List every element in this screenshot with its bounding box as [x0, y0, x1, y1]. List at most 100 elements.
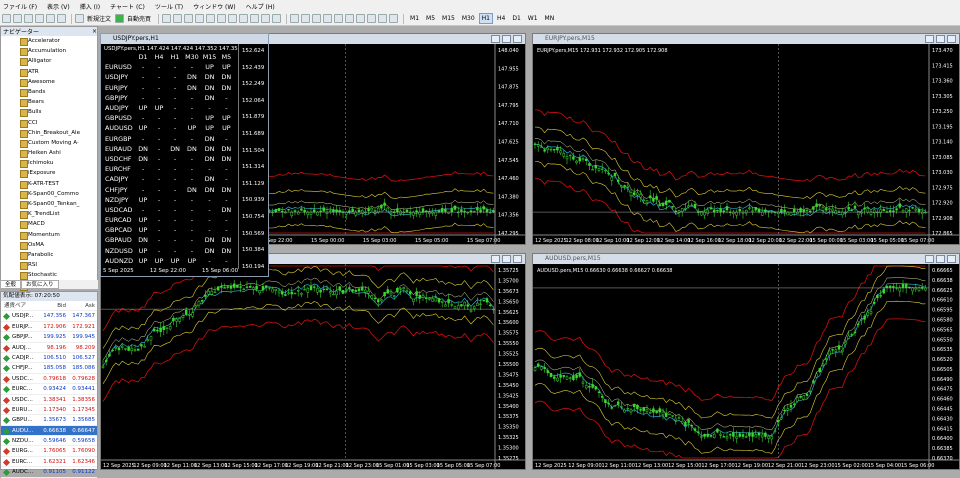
col-symbol[interactable]: 通貨ペア [1, 301, 39, 310]
navigator-item[interactable]: Chin_Breakout_Ale [1, 128, 97, 138]
market-watch-row[interactable]: AUDJ... 98.196 98.209 [1, 343, 97, 353]
chart-window-audusd[interactable]: AUDUSD.pers,M15 0.66665 0.66638 0.66625 0.66… [532, 253, 960, 470]
cursor-icon[interactable] [290, 14, 300, 23]
chart-canvas[interactable]: 0.66665 0.66638 0.66625 0.66610 0.66595 0.665… [533, 264, 959, 469]
navigator-item[interactable]: K-Span00_Commo [1, 189, 97, 199]
maximize-icon[interactable] [502, 255, 511, 263]
market-watch-row[interactable]: EURG... 1.76065 1.76090 [1, 446, 97, 457]
tester-icon[interactable] [57, 14, 66, 23]
market-watch-row[interactable]: USDC... 0.79618 0.79628 [1, 374, 97, 385]
close-icon[interactable] [947, 35, 956, 43]
chart-window-eurjpy[interactable]: EURJPY.pers,M15 173.470 173.415 173.360 173.… [532, 33, 960, 245]
market-watch-row[interactable]: EURJP... 172.906 172.921 [1, 322, 97, 333]
market-watch-row[interactable]: AUDU... 0.66638 0.66647 [1, 425, 97, 437]
navigator-item[interactable]: OsMA [1, 240, 97, 250]
navigator-item[interactable]: Bands [1, 87, 97, 98]
navigator-item[interactable]: Accumulation [1, 46, 97, 57]
navigator-item[interactable]: Bears [1, 97, 97, 108]
chart-window-gbpusd[interactable]: GBPUSD.pers,M151.357251.357001.356731.35… [100, 253, 526, 470]
line-chart-icon[interactable] [184, 14, 194, 23]
market-watch-icon[interactable] [24, 14, 33, 23]
market-watch-row[interactable]: EURC... 1.62321 1.62346 [1, 457, 97, 468]
menu-item-4[interactable]: ツール (T) [155, 2, 183, 11]
navigator-item[interactable]: Bulls [1, 107, 97, 118]
navigator-tab[interactable]: お気に入り [21, 280, 59, 289]
minimize-icon[interactable] [925, 35, 934, 43]
navigator-item[interactable]: K_TrendList [1, 209, 97, 220]
close-icon[interactable] [513, 35, 522, 43]
chart-canvas[interactable]: 1.35725 1.35700 1.35673 1.35650 1.35625 1.356… [101, 264, 525, 469]
market-watch-row[interactable]: GBPU... 1.35673 1.35685 [1, 415, 97, 426]
navigator-item[interactable]: Parabolic [1, 250, 97, 261]
maximize-icon[interactable] [936, 35, 945, 43]
menu-item-1[interactable]: 表示 (V) [47, 2, 70, 11]
close-icon[interactable] [947, 255, 956, 263]
market-watch-row[interactable]: EURU... 1.17340 1.17345 [1, 405, 97, 416]
horizontal-line-icon[interactable] [323, 14, 333, 23]
market-watch-row[interactable]: EURC... 0.93424 0.93441 [1, 384, 97, 395]
timeframe-d1[interactable]: D1 [509, 13, 523, 24]
navigator-item[interactable]: Ichimoku [1, 158, 97, 169]
timeframe-w1[interactable]: W1 [525, 13, 541, 24]
navigator-item[interactable]: MACD [1, 219, 97, 230]
timeframe-mn[interactable]: MN [542, 13, 558, 24]
channel-icon[interactable] [345, 14, 355, 23]
navigator-item[interactable]: ATR [1, 67, 97, 77]
periods-icon[interactable] [261, 14, 271, 23]
trend-window-titlebar[interactable]: USDJPY.pers,H1 [101, 34, 268, 44]
menu-item-0[interactable]: ファイル (F) [3, 2, 37, 11]
col-ask[interactable]: Ask [68, 301, 97, 310]
trendline-icon[interactable] [334, 14, 344, 23]
close-icon[interactable] [513, 255, 522, 263]
menu-item-3[interactable]: チャート (C) [110, 2, 145, 11]
market-watch-row[interactable]: CHFJP... 185.058 185.086 [1, 363, 97, 374]
navigator-item[interactable]: Momentum [1, 230, 97, 240]
trend-list-window[interactable]: USDJPY.pers,H1 USDJPY.pers,H1 147.424 14… [100, 33, 269, 277]
timeframe-h4[interactable]: H4 [494, 13, 508, 24]
crosshair-icon[interactable] [301, 14, 311, 23]
navigator-item[interactable]: Awesome [1, 77, 97, 87]
market-watch-row[interactable]: NZDU... 0.59646 0.59658 [1, 436, 97, 447]
bar-chart-icon[interactable] [162, 14, 172, 23]
close-icon[interactable]: × [92, 28, 97, 35]
minimize-icon[interactable] [491, 35, 500, 43]
fibonacci-icon[interactable] [356, 14, 366, 23]
navigator-item[interactable]: Alligator [1, 56, 97, 67]
market-watch-row[interactable]: USDC... 1.38341 1.38356 [1, 395, 97, 405]
text-icon[interactable] [367, 14, 377, 23]
navigator-item[interactable]: RSI [1, 260, 97, 271]
col-bid[interactable]: Bid [39, 301, 68, 310]
menu-item-5[interactable]: ウィンドウ (W) [193, 2, 236, 11]
menu-item-6[interactable]: ヘルプ (H) [246, 2, 275, 11]
arrows-icon[interactable] [389, 14, 399, 23]
menu-item-2[interactable]: 挿入 (I) [80, 2, 100, 11]
auto-trade-button[interactable]: 自動売買 [127, 14, 151, 23]
minimize-icon[interactable] [925, 255, 934, 263]
chart-titlebar[interactable]: EURJPY.pers,M15 [533, 34, 959, 44]
new-order-button[interactable]: 新規注文 [87, 14, 111, 23]
templates-icon[interactable] [272, 14, 282, 23]
navigator-item[interactable]: CCI [1, 118, 97, 128]
timeframe-m5[interactable]: M5 [423, 13, 438, 24]
timeframe-h1[interactable]: H1 [478, 13, 493, 24]
navigator-item[interactable]: K-ATR-TEST [1, 179, 97, 189]
profiles-icon[interactable] [13, 14, 22, 23]
maximize-icon[interactable] [502, 35, 511, 43]
label-icon[interactable] [378, 14, 388, 23]
tile-windows-icon[interactable] [217, 14, 227, 23]
maximize-icon[interactable] [936, 255, 945, 263]
chart-titlebar[interactable]: AUDUSD.pers,M15 [533, 254, 959, 264]
terminal-icon[interactable] [46, 14, 55, 23]
market-watch-row[interactable]: USDJP... 147.356 147.367 [1, 311, 97, 322]
zoom-in-icon[interactable] [195, 14, 205, 23]
navigator-item[interactable]: K-Span00_Tenkan_ [1, 199, 97, 210]
navigator-icon[interactable] [35, 14, 44, 23]
navigator-item[interactable]: Custom Moving A· [1, 138, 97, 149]
market-watch-row[interactable]: AUDC... 0.91105 0.91122 [1, 467, 97, 478]
candle-chart-icon[interactable] [173, 14, 183, 23]
chart-shift-icon[interactable] [239, 14, 249, 23]
vertical-line-icon[interactable] [312, 14, 322, 23]
autoscroll-icon[interactable] [228, 14, 238, 23]
timeframe-m15[interactable]: M15 [439, 13, 458, 24]
minimize-icon[interactable] [491, 255, 500, 263]
